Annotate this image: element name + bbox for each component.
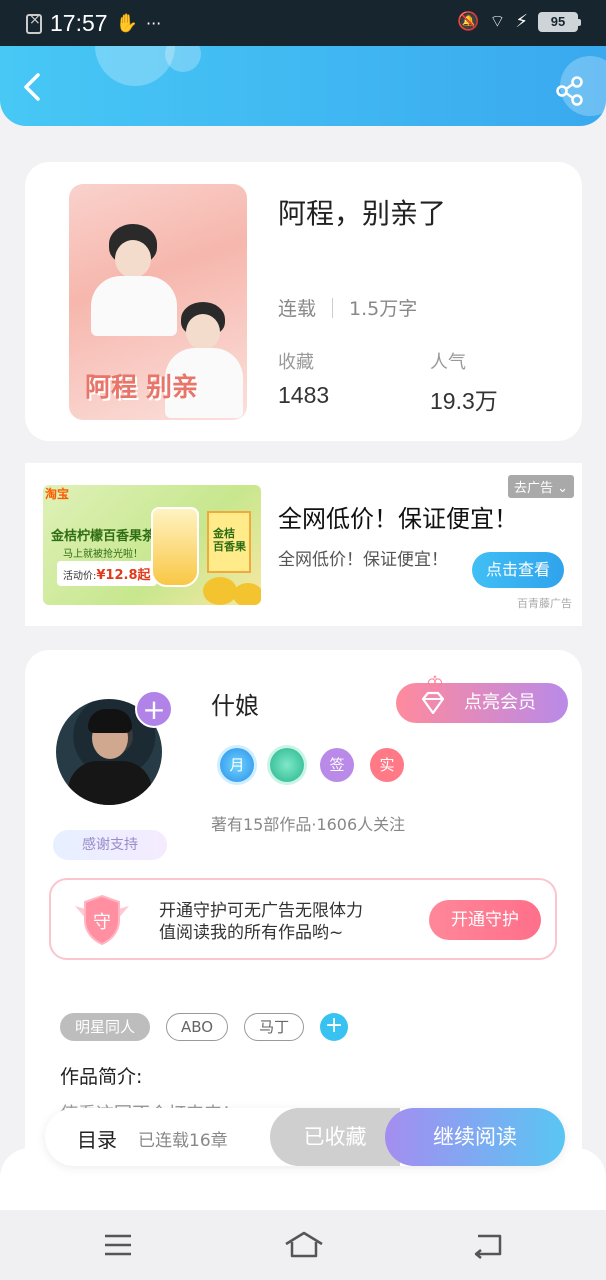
intro-label: 作品简介: bbox=[60, 1066, 143, 1088]
product-box-image: 金桔 百香果 bbox=[207, 511, 251, 573]
status-bar: 17:57 ✋ ··· 🔕 ⌔ ⚡ 95 bbox=[0, 0, 606, 46]
tag-item[interactable]: 马丁 bbox=[244, 1013, 305, 1041]
action-bar: 目录 已连载16章 已收藏 继续阅读 bbox=[45, 1108, 565, 1166]
system-nav-bar bbox=[0, 1210, 606, 1280]
diamond-icon bbox=[421, 691, 445, 715]
monthly-badge-icon[interactable]: 月 bbox=[220, 748, 254, 782]
back-nav-button[interactable] bbox=[470, 1230, 506, 1260]
guard-text: 开通守护可无广告无限体力 值阅读我的所有作品哟~ bbox=[159, 900, 363, 944]
book-title: 阿程，别亲了 bbox=[278, 197, 447, 230]
plus-icon: + bbox=[142, 693, 166, 726]
follow-author-button[interactable]: + bbox=[135, 690, 173, 728]
favorites-label: 收藏 bbox=[278, 352, 314, 373]
popularity-label: 人气 bbox=[430, 352, 466, 373]
divider bbox=[332, 297, 334, 318]
book-status: 连载 bbox=[278, 298, 317, 320]
chevron-down-icon: ⌄ bbox=[557, 481, 568, 496]
more-notifications-icon: ··· bbox=[145, 14, 162, 33]
app-notification-icon: ✋ bbox=[115, 13, 138, 34]
activate-vip-button[interactable]: ♔ 点亮会员 bbox=[396, 671, 568, 723]
share-button[interactable] bbox=[556, 76, 584, 106]
author-name: 什娘 bbox=[211, 692, 259, 720]
favorites-value: 1483 bbox=[278, 382, 330, 408]
plus-icon: + bbox=[324, 1013, 344, 1038]
favorited-button[interactable]: 已收藏 bbox=[270, 1108, 400, 1166]
remove-ad-label: 去广告 bbox=[513, 481, 553, 496]
ad-box-text: 金桔 百香果 bbox=[213, 527, 246, 553]
thanks-support-badge[interactable]: 感谢支持 bbox=[53, 830, 167, 860]
back-arrow-icon bbox=[24, 73, 40, 101]
signed-badge-icon[interactable]: 签 bbox=[320, 748, 354, 782]
chapter-count: 已连载16章 bbox=[138, 1131, 228, 1151]
lemon-image bbox=[233, 583, 261, 605]
book-tags: 明星同人 ABO 马丁 + bbox=[60, 1013, 349, 1041]
share-icon bbox=[556, 76, 583, 106]
back-nav-icon bbox=[474, 1234, 502, 1259]
ad-view-button[interactable]: 点击查看 bbox=[472, 552, 564, 588]
author-badges: 月 签 实 bbox=[220, 748, 404, 782]
guard-text-line2: 值阅读我的所有作品哟~ bbox=[159, 923, 344, 943]
toc-button[interactable]: 目录 bbox=[77, 1124, 117, 1153]
menu-button[interactable] bbox=[100, 1230, 136, 1260]
book-meta: 连载 1.5万字 bbox=[278, 294, 417, 321]
charging-icon: ⚡ bbox=[515, 11, 528, 32]
menu-icon bbox=[105, 1234, 131, 1256]
tag-item[interactable]: ABO bbox=[166, 1013, 229, 1041]
decor-bubble bbox=[95, 46, 175, 86]
lemon-image bbox=[203, 577, 237, 605]
avatar-hair bbox=[88, 709, 132, 733]
home-icon bbox=[285, 1231, 323, 1258]
tag-item[interactable]: 明星同人 bbox=[60, 1013, 151, 1041]
author-stats: 著有15部作品·1606人关注 bbox=[211, 815, 406, 834]
guard-icon-char: 守 bbox=[93, 912, 111, 933]
add-tag-button[interactable]: + bbox=[320, 1013, 349, 1041]
ad-description: 全网低价！保证便宜！ bbox=[278, 550, 448, 570]
battery-level: 95 bbox=[538, 11, 581, 32]
remove-ad-button[interactable]: 去广告 ⌄ bbox=[507, 475, 574, 498]
ad-banner[interactable]: 淘宝 金桔柠檬百香果茶 马上就被抢光啦！ 活动价:¥12.8起 金桔 百香果 去… bbox=[25, 463, 582, 626]
back-button[interactable] bbox=[18, 72, 48, 102]
ad-price-tag: 活动价:¥12.8起 bbox=[57, 561, 157, 586]
ad-title: 全网低价！保证便宜！ bbox=[278, 505, 518, 533]
ad-price-label: 活动价: bbox=[63, 571, 97, 582]
vip-button-label: 点亮会员 bbox=[464, 692, 536, 713]
top-header bbox=[0, 46, 606, 126]
guard-promo: 守 开通守护可无广告无限体力 值阅读我的所有作品哟~ 开通守护 bbox=[49, 878, 557, 960]
cover-figure-shirt bbox=[91, 276, 177, 336]
cover-title: 阿程 别亲 bbox=[85, 373, 199, 403]
mute-icon: 🔕 bbox=[456, 11, 480, 32]
avatar-body bbox=[68, 761, 152, 805]
guard-text-line1: 开通守护可无广告无限体力 bbox=[159, 901, 363, 921]
ad-source: 百青藤广告 bbox=[517, 597, 572, 610]
ad-price-value: ¥12.8起 bbox=[96, 568, 151, 583]
book-cover[interactable]: 阿程 别亲 bbox=[69, 184, 247, 420]
handshake-badge-icon[interactable] bbox=[270, 748, 304, 782]
home-button[interactable] bbox=[284, 1230, 324, 1260]
cover-figure-face bbox=[115, 240, 151, 278]
decor-bubble bbox=[165, 46, 201, 72]
ad-image[interactable]: 淘宝 金桔柠檬百香果茶 马上就被抢光啦！ 活动价:¥12.8起 金桔 百香果 bbox=[43, 485, 261, 605]
verified-badge-icon[interactable]: 实 bbox=[370, 748, 404, 782]
continue-reading-button[interactable]: 继续阅读 bbox=[385, 1108, 565, 1166]
ad-product-name: 金桔柠檬百香果茶 bbox=[51, 529, 156, 544]
popularity-value: 19.3万 bbox=[430, 388, 498, 414]
cover-figure-face bbox=[186, 314, 220, 350]
shield-icon: 守 bbox=[75, 894, 129, 946]
ad-brand: 淘宝 bbox=[45, 487, 70, 501]
drink-glass-image bbox=[151, 507, 199, 587]
word-count: 1.5万字 bbox=[349, 298, 418, 320]
wifi-icon: ⌔ bbox=[489, 12, 506, 32]
book-info-card: 阿程 别亲 阿程，别亲了 连载 1.5万字 收藏 1483 人气 19.3万 bbox=[25, 162, 582, 441]
ad-product-slogan: 马上就被抢光啦！ bbox=[63, 549, 143, 560]
status-time: 17:57 bbox=[50, 10, 108, 36]
activate-guard-button[interactable]: 开通守护 bbox=[429, 900, 541, 940]
notification-icon bbox=[26, 12, 42, 34]
